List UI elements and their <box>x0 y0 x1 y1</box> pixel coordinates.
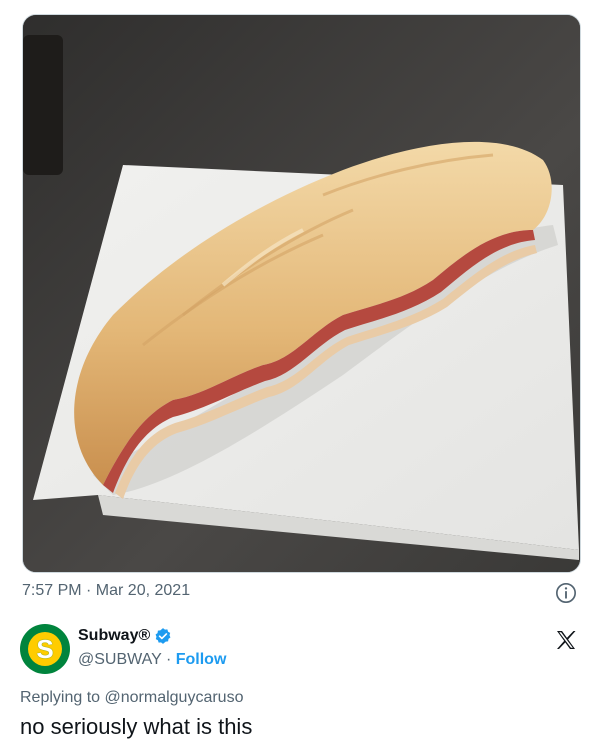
x-logo-icon[interactable] <box>554 628 578 652</box>
tweet-photo[interactable] <box>22 14 581 573</box>
handle-separator: · <box>161 651 176 668</box>
verified-badge-icon <box>155 628 171 644</box>
author-handle[interactable]: @SUBWAY <box>78 651 162 668</box>
info-icon[interactable] <box>555 582 577 604</box>
reply-author-row: S Subway® @SUBWAY · Follow <box>20 622 580 678</box>
reply-text: no seriously what is this <box>20 714 253 739</box>
author-name-row: Subway® <box>78 627 172 645</box>
follow-button[interactable]: Follow <box>176 651 227 668</box>
author-handle-row: @SUBWAY · Follow <box>78 651 226 669</box>
subway-logo-avatar[interactable]: S <box>20 624 70 674</box>
tweet-timestamp[interactable]: 7:57 PM · Mar 20, 2021 <box>22 582 190 600</box>
replying-to-mention[interactable]: @normalguycaruso <box>105 689 244 706</box>
subway-s-logo-icon: S <box>28 632 62 666</box>
replying-to-line: Replying to @normalguycaruso <box>20 689 243 707</box>
sandwich-photo-illustration <box>23 15 580 572</box>
replying-prefix: Replying to <box>20 689 105 706</box>
author-display-name[interactable]: Subway® <box>78 627 150 645</box>
